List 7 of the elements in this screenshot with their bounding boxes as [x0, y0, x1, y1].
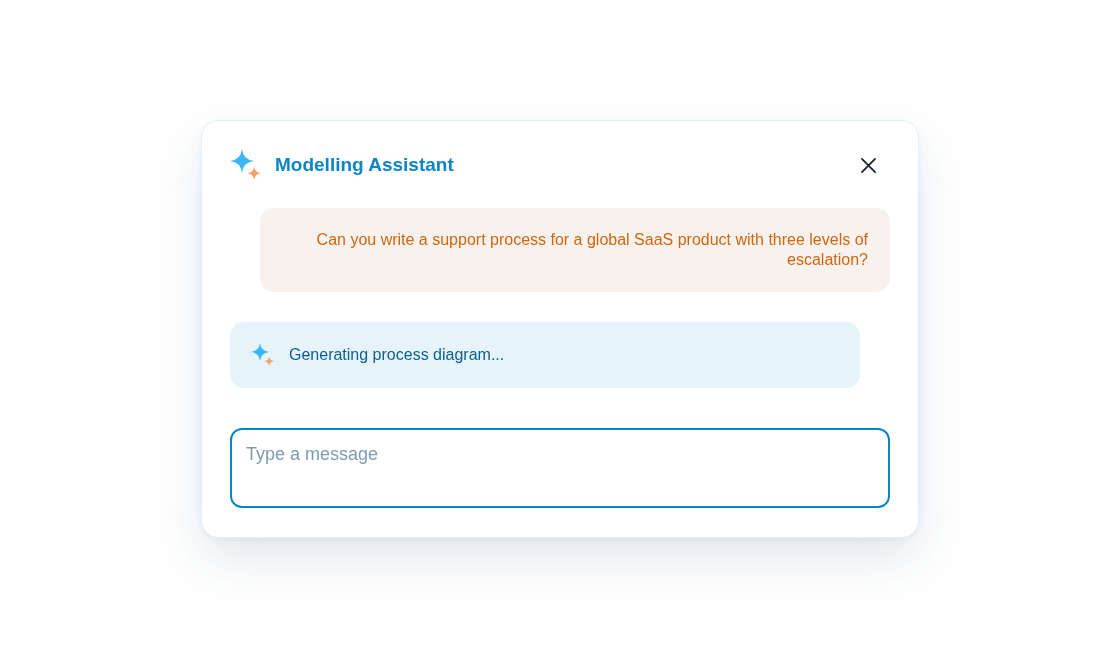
- panel-title: Modelling Assistant: [275, 154, 454, 176]
- status-text: Generating process diagram...: [289, 346, 505, 364]
- sparkle-icon: [251, 343, 275, 367]
- close-icon: [861, 157, 876, 173]
- sparkle-icon: [230, 149, 262, 181]
- message-input[interactable]: Type a message: [230, 428, 890, 508]
- user-message: Can you write a support process for a global SaaS product with three levels of escalation?: [260, 208, 890, 292]
